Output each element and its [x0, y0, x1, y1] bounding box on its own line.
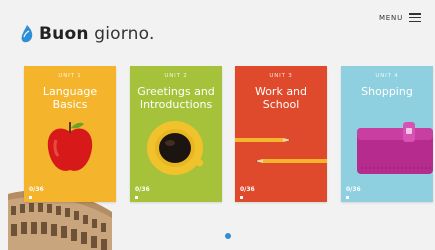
progress-bar [29, 196, 32, 199]
unit-card-4[interactable]: UNIT 4 Shopping 0/36 [341, 66, 433, 202]
unit-title-line2: Basics [52, 98, 88, 111]
unit-card-3[interactable]: UNIT 3 Work and School 0/36 [235, 66, 327, 202]
unit-number: UNIT 1 [58, 73, 82, 79]
unit-title-line1: Work and [254, 85, 308, 98]
unit-progress: 0/36 [135, 186, 150, 193]
unit-card-2[interactable]: UNIT 2 Greetings and Introductions 0/36 [130, 66, 222, 202]
unit-number: UNIT 2 [164, 73, 188, 79]
unit-number: UNIT 4 [375, 73, 399, 79]
unit-title: Language Basics [24, 85, 116, 111]
unit-title: Greetings and Introductions [130, 85, 222, 111]
unit-title-line1: Shopping [361, 85, 413, 98]
pencils-icon [235, 138, 327, 163]
unit-title-line1: Language [42, 85, 98, 98]
unit-title-line2: Introductions [139, 98, 213, 111]
unit-title-line1: Greetings and [137, 85, 215, 98]
unit-title-line2: School [262, 98, 300, 111]
unit-card-1[interactable]: UNIT 1 Language Basics 0/36 [24, 66, 116, 202]
unit-number: UNIT 3 [269, 73, 293, 79]
apple-icon [47, 122, 93, 171]
progress-bar [346, 196, 349, 199]
unit-progress: 0/36 [29, 186, 44, 193]
progress-bar [135, 196, 138, 199]
carousel-page-dot[interactable] [225, 233, 231, 239]
unit-progress: 0/36 [240, 186, 255, 193]
unit-progress: 0/36 [346, 186, 361, 193]
coffee-cup-icon [147, 121, 204, 175]
unit-title: Shopping [341, 85, 433, 98]
unit-carousel: UNIT 1 Language Basics 0/36 UNIT 2 Greet… [0, 0, 435, 250]
progress-bar [240, 196, 243, 199]
wallet-icon [357, 122, 433, 174]
unit-title: Work and School [235, 85, 327, 111]
